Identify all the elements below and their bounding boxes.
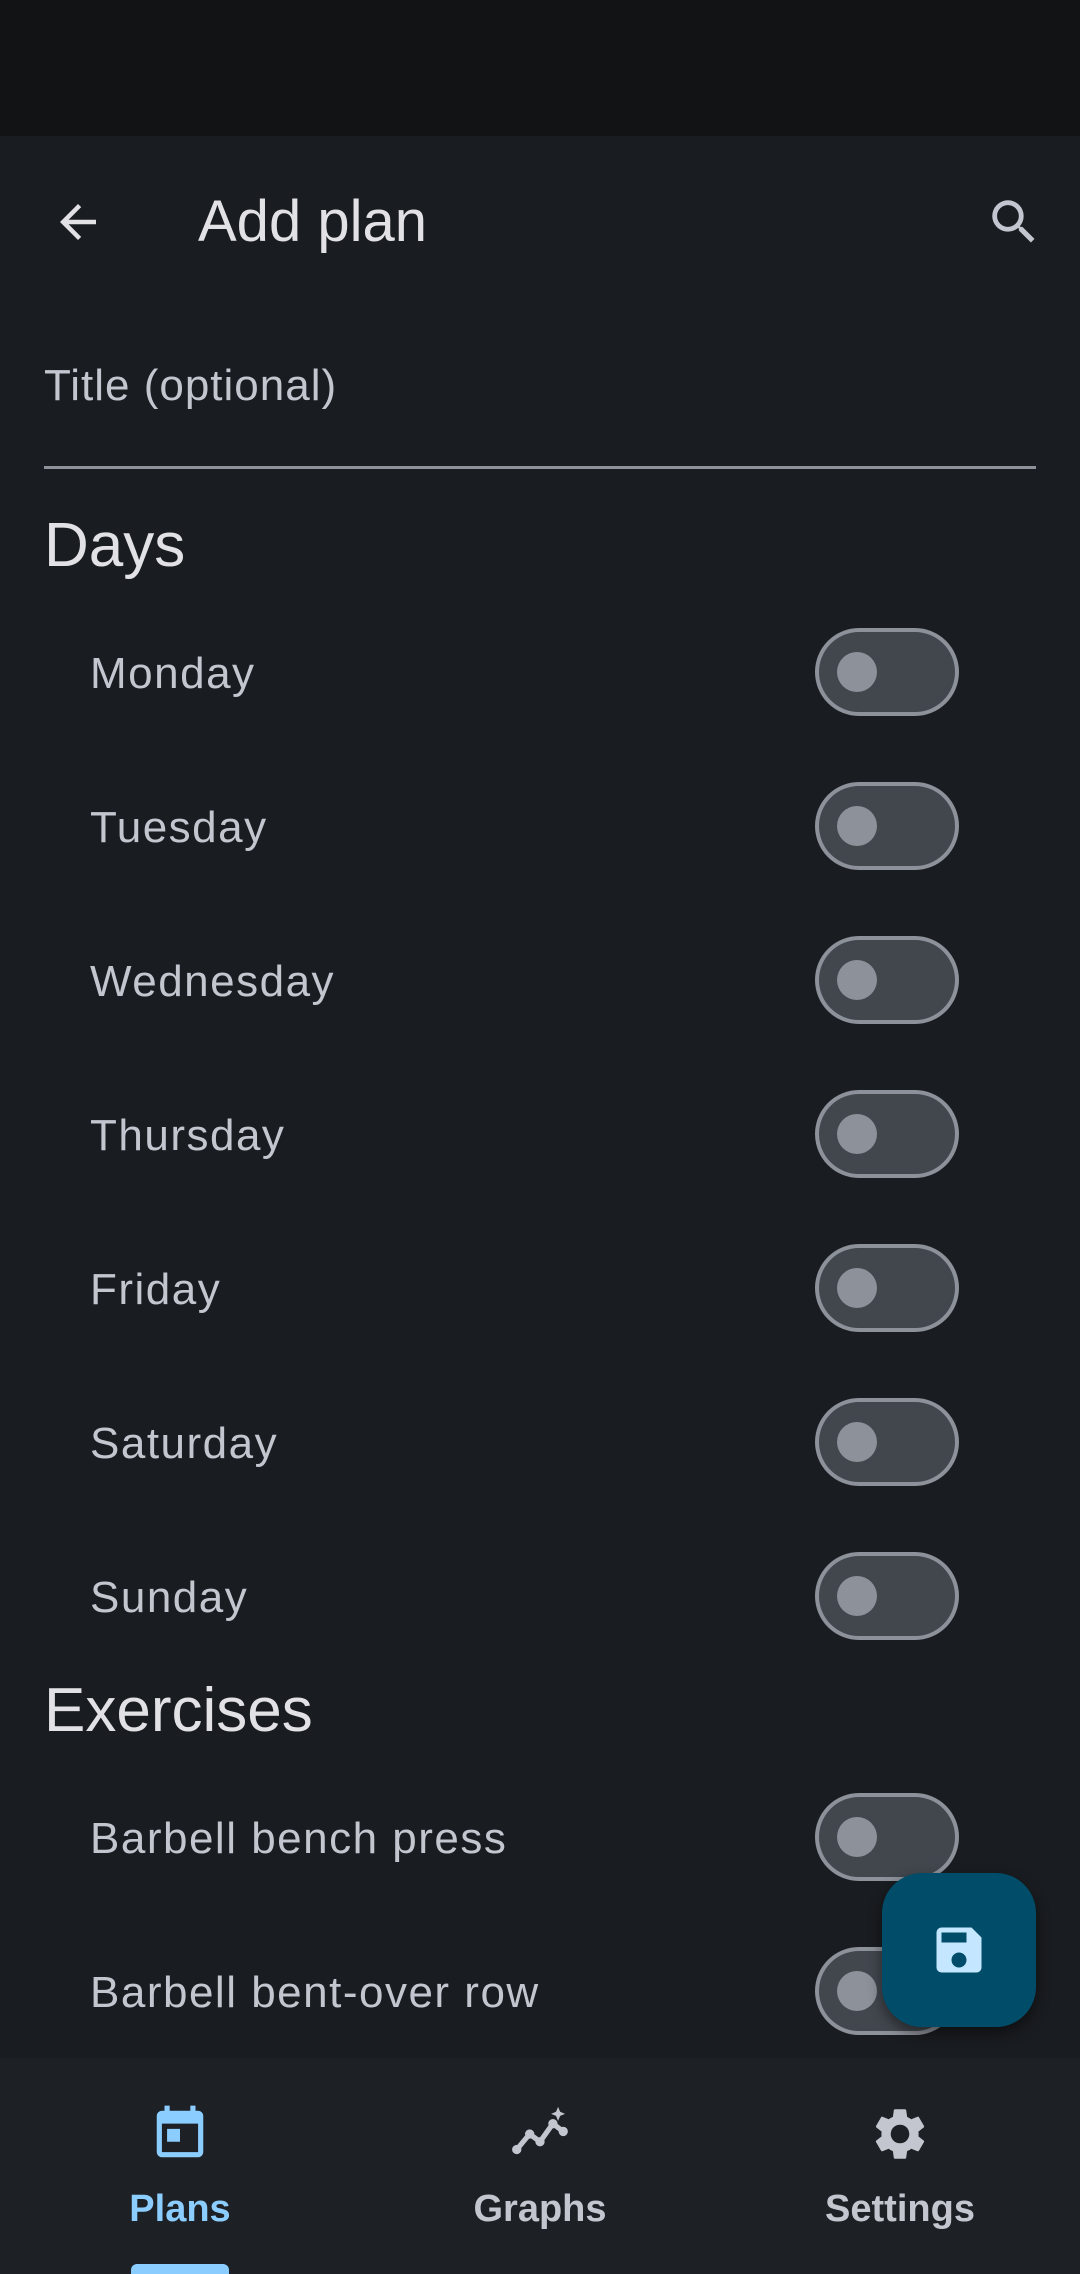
calendar-icon [156,2105,204,2158]
bottom-navigation: Plans Graphs Settings [0,2058,1080,2274]
save-icon [936,1927,982,1973]
day-switch-thursday[interactable] [815,1090,959,1178]
active-nav-indicator [131,2264,229,2274]
day-label: Wednesday [90,957,336,1006]
day-switch-friday[interactable] [815,1244,959,1332]
day-row-friday[interactable]: Friday [0,1230,1080,1350]
day-label: Saturday [90,1419,279,1468]
day-label: Thursday [90,1111,286,1160]
day-row-wednesday[interactable]: Wednesday [0,922,1080,1042]
day-label: Tuesday [90,803,268,852]
nav-plans[interactable]: Plans [0,2058,360,2274]
day-row-tuesday[interactable]: Tuesday [0,768,1080,888]
switch-thumb [837,652,877,692]
day-switch-saturday[interactable] [815,1398,959,1486]
search-icon [992,200,1035,243]
switch-thumb [837,1817,877,1857]
status-bar [0,0,1080,136]
switch-thumb [837,1576,877,1616]
add-plan-screen: Add plan Days Monday Tuesday Wednesday T… [0,0,1080,2274]
graph-icon [512,2106,568,2155]
switch-thumb [837,1422,877,1462]
days-heading: Days [44,511,186,580]
back-button[interactable] [32,176,124,268]
page-title: Add plan [198,189,427,254]
exercise-switch-barbell-bench-press[interactable] [815,1793,959,1881]
day-label: Friday [90,1265,222,1314]
switch-thumb [837,1971,877,2011]
day-switch-monday[interactable] [815,628,959,716]
day-row-saturday[interactable]: Saturday [0,1384,1080,1504]
nav-settings[interactable]: Settings [720,2058,1080,2274]
exercise-label: Barbell bench press [90,1814,508,1863]
day-switch-sunday[interactable] [815,1552,959,1640]
title-field[interactable] [44,320,1036,469]
search-button[interactable] [968,176,1060,268]
gear-icon [875,2109,925,2159]
app-bar: Add plan [0,136,1080,288]
day-switch-wednesday[interactable] [815,936,959,1024]
day-row-sunday[interactable]: Sunday [0,1538,1080,1658]
day-row-monday[interactable]: Monday [0,614,1080,734]
day-row-thursday[interactable]: Thursday [0,1076,1080,1196]
switch-thumb [837,1114,877,1154]
switch-thumb [837,806,877,846]
exercise-label: Barbell bent-over row [90,1968,540,2017]
day-switch-tuesday[interactable] [815,782,959,870]
nav-plans-label: Plans [129,2188,231,2230]
switch-thumb [837,1268,877,1308]
title-input[interactable] [44,344,1036,428]
nav-settings-label: Settings [825,2188,975,2230]
nav-graphs-label: Graphs [473,2188,607,2230]
save-button[interactable] [882,1873,1036,2027]
exercises-heading: Exercises [44,1676,313,1745]
switch-thumb [837,960,877,1000]
day-label: Monday [90,649,256,698]
nav-graphs[interactable]: Graphs [360,2058,720,2274]
arrow-back-icon [60,204,96,240]
day-label: Sunday [90,1573,249,1622]
